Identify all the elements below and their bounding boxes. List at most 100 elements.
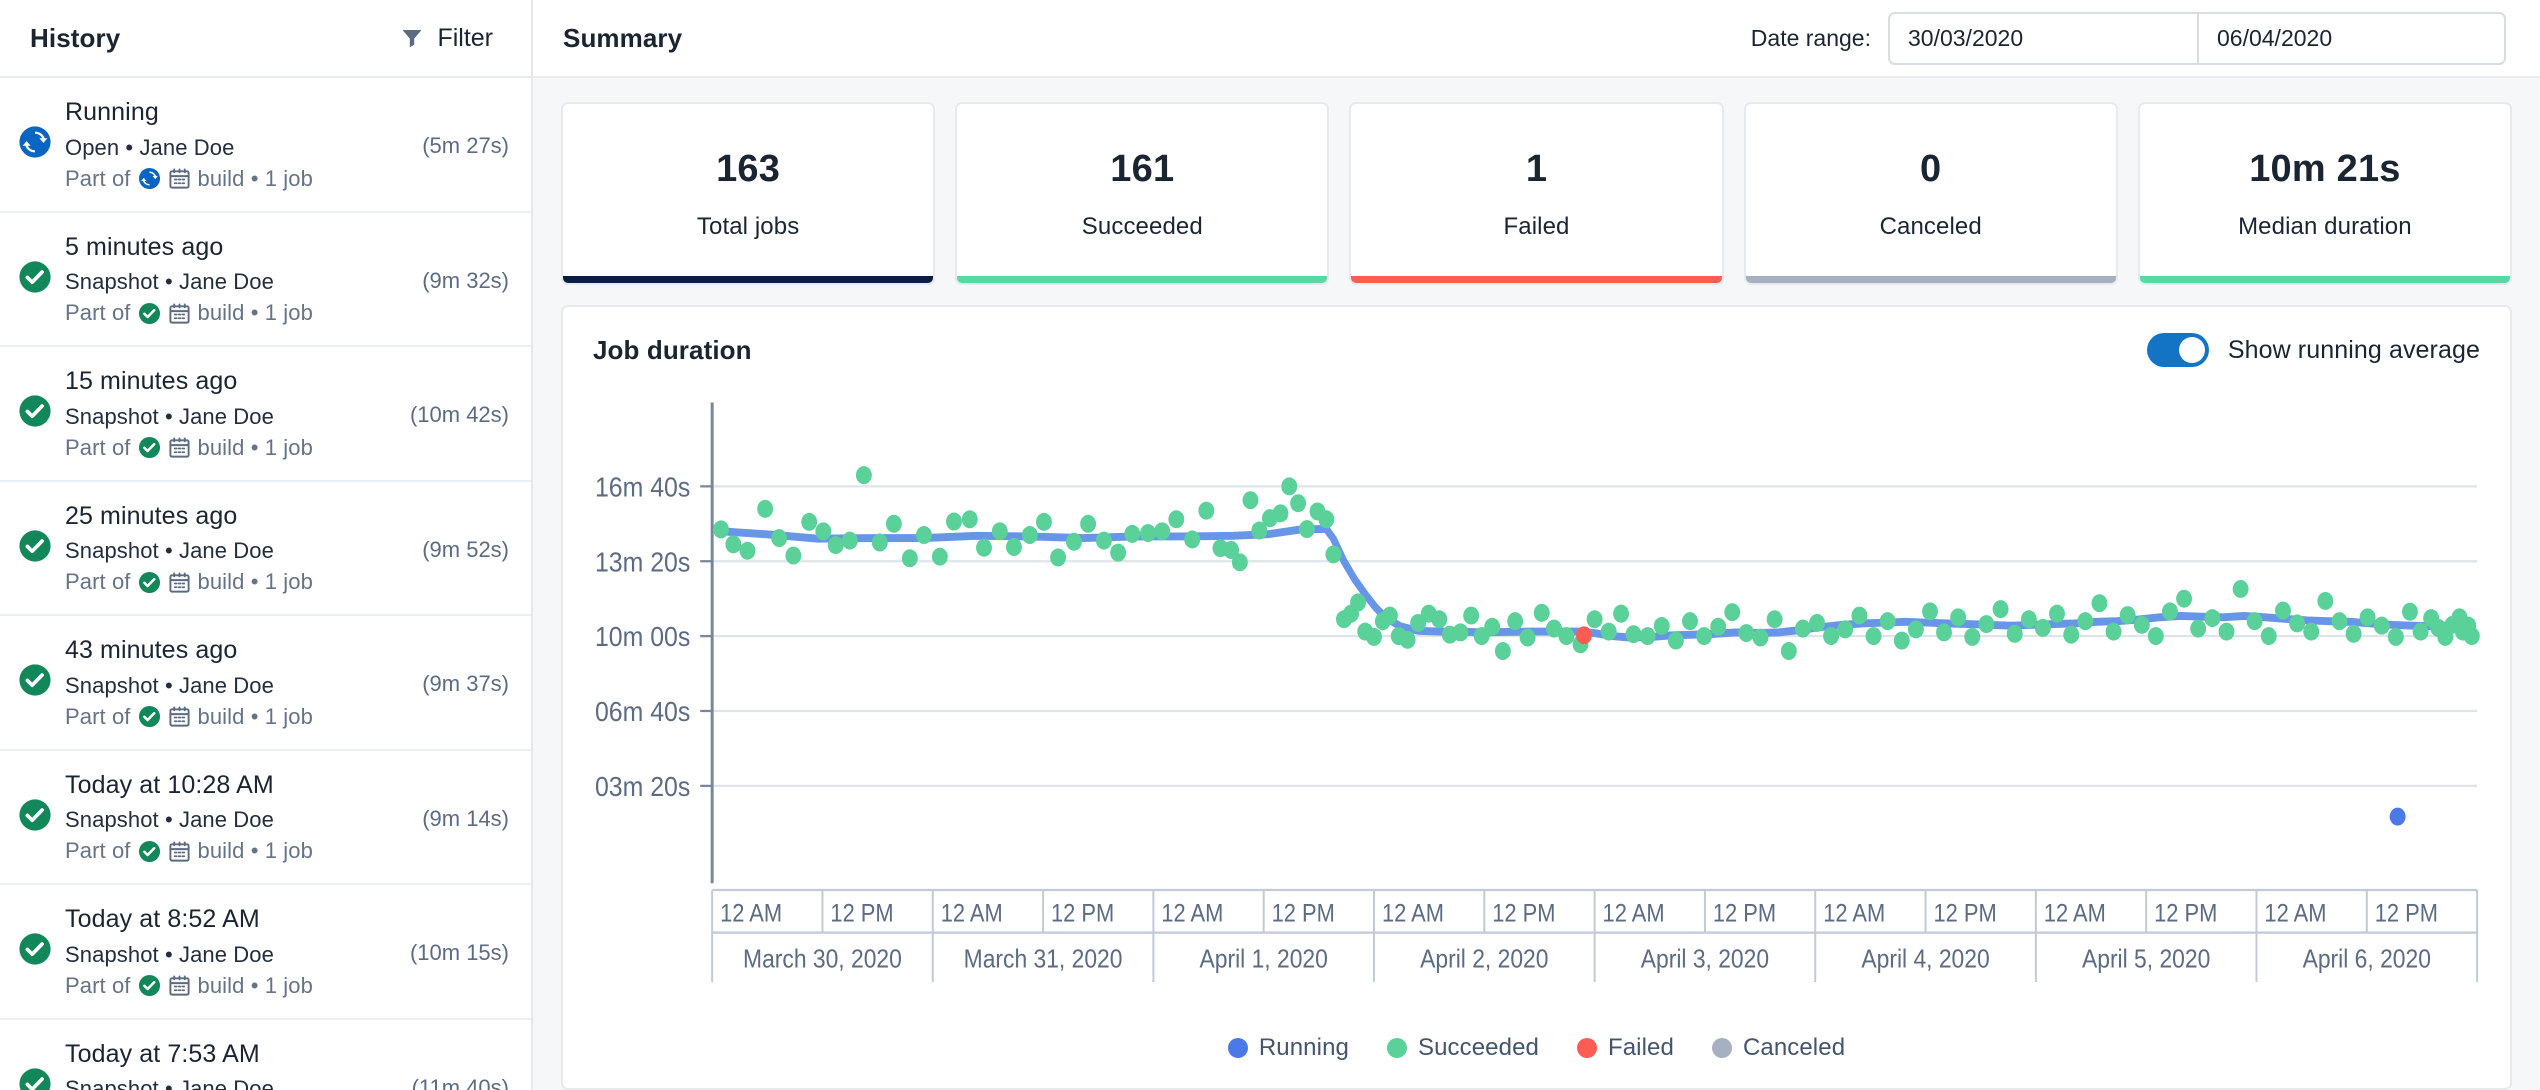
scatter-point-succeeded[interactable] bbox=[2049, 604, 2065, 623]
scatter-point-succeeded[interactable] bbox=[2402, 602, 2418, 621]
scatter-point-succeeded[interactable] bbox=[1682, 612, 1698, 631]
scatter-point-succeeded[interactable] bbox=[1851, 606, 1868, 625]
scatter-point-succeeded[interactable] bbox=[2161, 602, 2178, 621]
history-item[interactable]: Today at 10:28 AM Snapshot • Jane Doe Part… bbox=[0, 751, 531, 885]
history-item[interactable]: 25 minutes ago Snapshot • Jane Doe Part of… bbox=[0, 482, 531, 616]
scatter-point-succeeded[interactable] bbox=[1978, 615, 1995, 634]
scatter-point-succeeded[interactable] bbox=[1021, 526, 1038, 545]
scatter-point-succeeded[interactable] bbox=[2077, 612, 2094, 631]
scatter-point-succeeded[interactable] bbox=[757, 499, 774, 518]
scatter-point-succeeded[interactable] bbox=[1780, 642, 1797, 661]
scatter-point-succeeded[interactable] bbox=[2303, 622, 2320, 641]
scatter-point-succeeded[interactable] bbox=[991, 522, 1008, 541]
legend-item[interactable]: Canceled bbox=[1711, 1034, 1845, 1062]
scatter-point-succeeded[interactable] bbox=[1667, 631, 1684, 650]
scatter-point-succeeded[interactable] bbox=[2176, 589, 2193, 608]
scatter-point-succeeded[interactable] bbox=[1613, 604, 1630, 623]
scatter-point-succeeded[interactable] bbox=[1366, 627, 1382, 646]
scatter-point-succeeded[interactable] bbox=[771, 529, 788, 548]
scatter-point-succeeded[interactable] bbox=[1738, 624, 1755, 643]
scatter-point-succeeded[interactable] bbox=[1766, 610, 1783, 629]
scatter-point-succeeded[interactable] bbox=[1050, 548, 1067, 567]
scatter-point-succeeded[interactable] bbox=[2463, 627, 2480, 646]
scatter-point-running[interactable] bbox=[2389, 807, 2406, 826]
date-from-input[interactable] bbox=[1890, 13, 2197, 63]
scatter-point-succeeded[interactable] bbox=[2119, 606, 2136, 625]
scatter-point-succeeded[interactable] bbox=[1095, 531, 1112, 550]
scatter-point-succeeded[interactable] bbox=[2204, 609, 2221, 628]
scatter-point-succeeded[interactable] bbox=[2373, 616, 2390, 635]
toggle-switch[interactable] bbox=[2146, 333, 2209, 367]
job-duration-chart[interactable]: 03m 20s 06m 40s 10m 00s 13m 20s 16m 40s 12 AM… bbox=[563, 389, 2492, 1018]
scatter-point-succeeded[interactable] bbox=[1124, 524, 1141, 543]
scatter-point-succeeded[interactable] bbox=[1184, 530, 1201, 549]
date-range-inputs[interactable] bbox=[1888, 11, 2506, 65]
legend-item[interactable]: Succeeded bbox=[1386, 1034, 1539, 1062]
scatter-point-succeeded[interactable] bbox=[2232, 579, 2249, 598]
scatter-point-succeeded[interactable] bbox=[1837, 620, 1854, 639]
scatter-point-succeeded[interactable] bbox=[1907, 620, 1924, 639]
scatter-point-succeeded[interactable] bbox=[1399, 630, 1416, 649]
scatter-point-succeeded[interactable] bbox=[1463, 606, 1480, 625]
scatter-point-succeeded[interactable] bbox=[1242, 491, 1259, 510]
scatter-point-succeeded[interactable] bbox=[1809, 613, 1826, 632]
chart-plot-area[interactable]: 03m 20s 06m 40s 10m 00s 13m 20s 16m 40s 12 AM… bbox=[563, 389, 2510, 1018]
scatter-point-succeeded[interactable] bbox=[1879, 612, 1896, 631]
scatter-point-succeeded[interactable] bbox=[901, 549, 918, 568]
scatter-point-succeeded[interactable] bbox=[1168, 510, 1185, 529]
scatter-point-succeeded[interactable] bbox=[841, 531, 858, 550]
history-item[interactable]: Today at 8:52 AM Snapshot • Jane Doe Part … bbox=[0, 885, 531, 1020]
scatter-point-succeeded[interactable] bbox=[827, 536, 844, 555]
scatter-point-succeeded[interactable] bbox=[1066, 532, 1082, 551]
scatter-point-succeeded[interactable] bbox=[1936, 623, 1952, 642]
scatter-point-succeeded[interactable] bbox=[1724, 603, 1741, 622]
scatter-point-succeeded[interactable] bbox=[2133, 615, 2150, 634]
scatter-point-succeeded[interactable] bbox=[2317, 591, 2334, 610]
scatter-point-succeeded[interactable] bbox=[1231, 553, 1248, 572]
scatter-point-succeeded[interactable] bbox=[785, 546, 802, 565]
scatter-point-succeeded[interactable] bbox=[1600, 622, 1617, 641]
scatter-point-succeeded[interactable] bbox=[713, 520, 729, 539]
scatter-point-succeeded[interactable] bbox=[1110, 543, 1127, 562]
scatter-point-failed[interactable] bbox=[1576, 626, 1592, 645]
scatter-point-succeeded[interactable] bbox=[1154, 522, 1171, 541]
scatter-point-succeeded[interactable] bbox=[2387, 627, 2404, 646]
scatter-point-succeeded[interactable] bbox=[2412, 622, 2429, 641]
legend-item[interactable]: Failed bbox=[1576, 1034, 1674, 1062]
scatter-point-succeeded[interactable] bbox=[1865, 627, 1882, 646]
scatter-point-succeeded[interactable] bbox=[2105, 622, 2122, 641]
scatter-point-succeeded[interactable] bbox=[1823, 627, 1840, 646]
scatter-point-succeeded[interactable] bbox=[2359, 608, 2376, 627]
scatter-point-succeeded[interactable] bbox=[1893, 631, 1910, 650]
scatter-point-succeeded[interactable] bbox=[1272, 504, 1289, 523]
history-item[interactable]: 5 minutes ago Snapshot • Jane Doe Part of b… bbox=[0, 213, 531, 347]
scatter-point-succeeded[interactable] bbox=[1290, 494, 1307, 513]
scatter-point-succeeded[interactable] bbox=[1586, 610, 1603, 629]
scatter-point-succeeded[interactable] bbox=[2006, 624, 2023, 643]
scatter-point-succeeded[interactable] bbox=[1318, 510, 1335, 529]
scatter-point-succeeded[interactable] bbox=[2331, 612, 2348, 631]
scatter-point-succeeded[interactable] bbox=[2091, 594, 2108, 613]
scatter-point-succeeded[interactable] bbox=[1519, 628, 1536, 647]
scatter-point-succeeded[interactable] bbox=[1752, 628, 1769, 647]
scatter-point-succeeded[interactable] bbox=[1696, 627, 1713, 646]
summary-card[interactable]: 1 Failed bbox=[1349, 102, 1724, 285]
scatter-point-succeeded[interactable] bbox=[1140, 524, 1157, 543]
scatter-point-succeeded[interactable] bbox=[1507, 612, 1524, 631]
scatter-point-succeeded[interactable] bbox=[2020, 610, 2037, 629]
history-item[interactable]: 43 minutes ago Snapshot • Jane Doe Part of… bbox=[0, 616, 531, 751]
summary-card[interactable]: 0 Canceled bbox=[1743, 102, 2118, 285]
scatter-point-succeeded[interactable] bbox=[1484, 617, 1501, 636]
summary-card[interactable]: 163 Total jobs bbox=[561, 102, 936, 285]
scatter-point-succeeded[interactable] bbox=[1325, 545, 1342, 564]
scatter-point-succeeded[interactable] bbox=[915, 526, 932, 545]
history-list[interactable]: Running Open • Jane Doe Part of build • 1 j… bbox=[0, 78, 531, 1090]
scatter-point-succeeded[interactable] bbox=[739, 541, 756, 560]
scatter-point-succeeded[interactable] bbox=[1639, 627, 1656, 646]
scatter-point-succeeded[interactable] bbox=[1431, 610, 1448, 629]
scatter-point-succeeded[interactable] bbox=[1281, 477, 1298, 496]
scatter-point-succeeded[interactable] bbox=[2147, 627, 2164, 646]
scatter-point-succeeded[interactable] bbox=[2275, 601, 2291, 620]
scatter-point-succeeded[interactable] bbox=[1494, 642, 1511, 661]
scatter-point-succeeded[interactable] bbox=[815, 522, 832, 541]
